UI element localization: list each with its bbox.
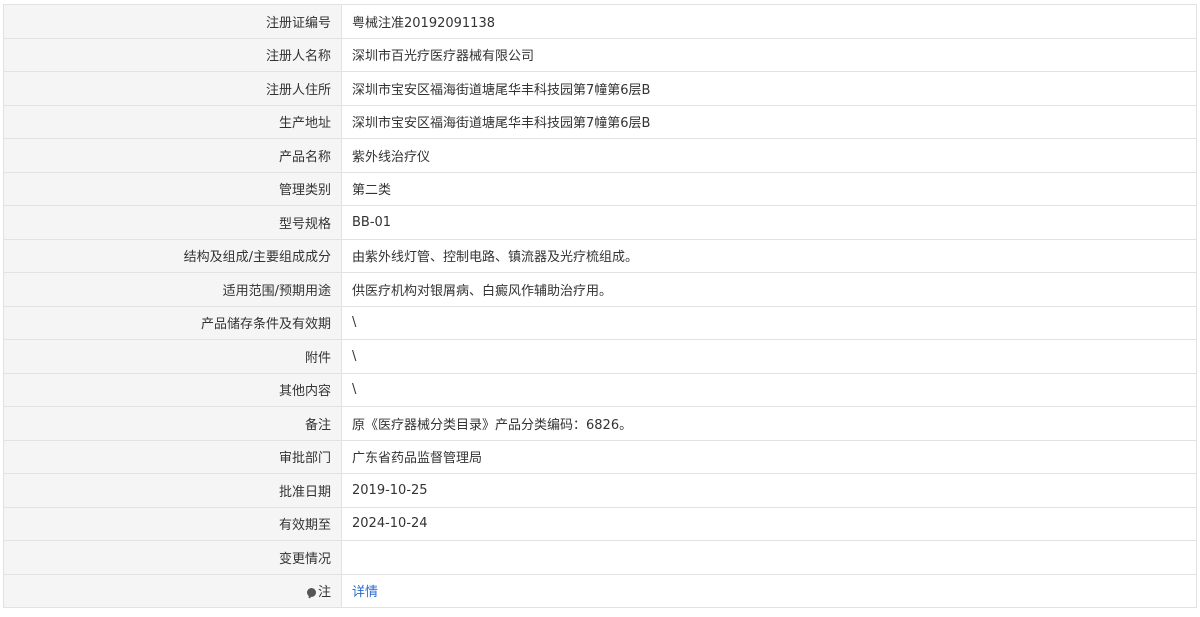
field-label: 产品储存条件及有效期 [3,305,342,340]
field-label: 型号规格 [3,205,342,240]
note-value-cell: 详情 [341,573,1197,608]
table-row: 有效期至 2024-10-24 [3,506,1197,541]
table-row: 产品名称 紫外线治疗仪 [3,138,1197,173]
table-row: 其他内容 \ [3,372,1197,407]
detail-link[interactable]: 详情 [352,585,378,600]
registration-detail-table: 注册证编号 粤械注准20192091138 注册人名称 深圳市百光疗医疗器械有限… [3,4,1197,608]
field-value: 原《医疗器械分类目录》产品分类编码：6826。 [341,406,1197,441]
field-label: 结构及组成/主要组成成分 [3,238,342,273]
field-label: 备注 [3,406,342,441]
pin-icon [306,588,316,598]
table-row: 产品储存条件及有效期 \ [3,305,1197,340]
table-row: 注册人住所 深圳市宝安区福海街道塘尾华丰科技园第7幢第6层B [3,71,1197,106]
table-row: 注册证编号 粤械注准20192091138 [3,4,1197,39]
field-label: 适用范围/预期用途 [3,272,342,307]
field-label: 产品名称 [3,138,342,173]
table-row: 变更情况 [3,540,1197,575]
field-label: 批准日期 [3,473,342,508]
field-value: 由紫外线灯管、控制电路、镇流器及光疗梳组成。 [341,238,1197,273]
field-value: 2019-10-25 [341,473,1197,508]
field-label: 管理类别 [3,171,342,206]
field-value: 深圳市宝安区福海街道塘尾华丰科技园第7幢第6层B [341,104,1197,139]
field-value: 粤械注准20192091138 [341,4,1197,39]
field-value: \ [341,339,1197,374]
field-value [341,540,1197,575]
field-value: \ [341,305,1197,340]
field-value: 广东省药品监督管理局 [341,439,1197,474]
note-row: 注 详情 [3,573,1197,608]
note-label-cell: 注 [3,573,342,608]
table-row: 结构及组成/主要组成成分 由紫外线灯管、控制电路、镇流器及光疗梳组成。 [3,238,1197,273]
field-label: 注册人名称 [3,37,342,72]
field-label: 审批部门 [3,439,342,474]
note-label: 注 [317,585,331,601]
field-value: 2024-10-24 [341,506,1197,541]
table-row: 型号规格 BB-01 [3,205,1197,240]
table-row: 备注 原《医疗器械分类目录》产品分类编码：6826。 [3,406,1197,441]
field-value: 供医疗机构对银屑病、白癜风作辅助治疗用。 [341,272,1197,307]
field-value: 深圳市百光疗医疗器械有限公司 [341,37,1197,72]
field-value: BB-01 [341,205,1197,240]
field-value: \ [341,372,1197,407]
table-row: 适用范围/预期用途 供医疗机构对银屑病、白癜风作辅助治疗用。 [3,272,1197,307]
field-value: 第二类 [341,171,1197,206]
registration-detail-panel: 注册证编号 粤械注准20192091138 注册人名称 深圳市百光疗医疗器械有限… [3,4,1197,608]
field-label: 有效期至 [3,506,342,541]
field-label: 其他内容 [3,372,342,407]
field-value: 紫外线治疗仪 [341,138,1197,173]
table-row: 生产地址 深圳市宝安区福海街道塘尾华丰科技园第7幢第6层B [3,104,1197,139]
table-row: 管理类别 第二类 [3,171,1197,206]
field-value: 深圳市宝安区福海街道塘尾华丰科技园第7幢第6层B [341,71,1197,106]
field-label: 附件 [3,339,342,374]
field-label: 注册证编号 [3,4,342,39]
field-label: 生产地址 [3,104,342,139]
field-label: 变更情况 [3,540,342,575]
table-row: 注册人名称 深圳市百光疗医疗器械有限公司 [3,37,1197,72]
field-label: 注册人住所 [3,71,342,106]
table-row: 附件 \ [3,339,1197,374]
table-row: 批准日期 2019-10-25 [3,473,1197,508]
table-row: 审批部门 广东省药品监督管理局 [3,439,1197,474]
